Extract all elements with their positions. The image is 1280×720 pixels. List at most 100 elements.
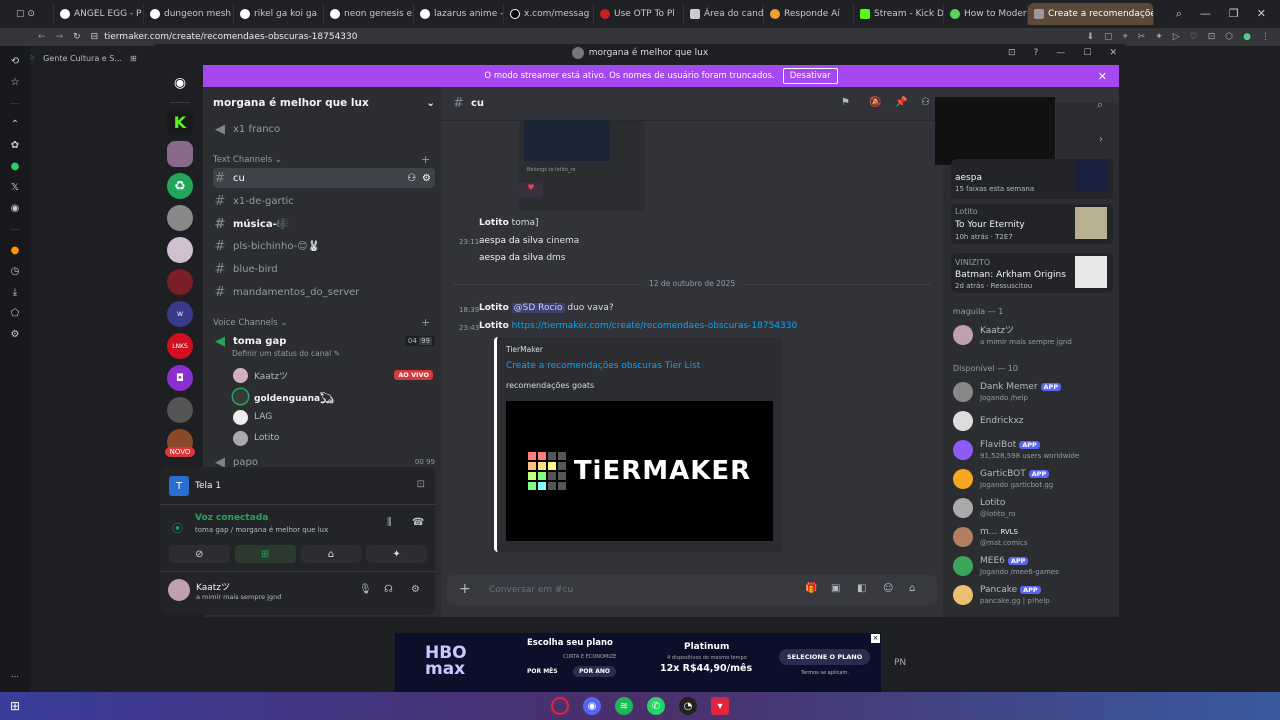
bookmark-icon[interactable]: ⊞ bbox=[130, 54, 137, 63]
x-icon[interactable]: 𝕏 bbox=[11, 182, 19, 193]
member-item[interactable]: Endrickxz bbox=[953, 408, 1113, 434]
voice-channel-papo[interactable]: ◀ papo 00 99 bbox=[213, 457, 435, 467]
spotify-icon[interactable]: ● bbox=[11, 245, 20, 256]
site-info-icon[interactable]: ⊟ bbox=[91, 32, 99, 42]
clock-icon[interactable]: ◷ bbox=[11, 266, 20, 277]
disable-streamer-button[interactable]: Desativar bbox=[782, 68, 838, 84]
browser-tab[interactable]: lazarus anime - bbox=[414, 3, 504, 25]
activity-card[interactable]: VINIZITO Batman: Arkham Origins 2d atrás… bbox=[951, 253, 1113, 293]
ad-option[interactable]: POR ANO bbox=[573, 666, 616, 677]
member-item[interactable]: MEE6 APP Jogando /mee6-games bbox=[953, 553, 1113, 579]
emoji-icon[interactable]: ☺ bbox=[883, 583, 893, 594]
extension-icon[interactable]: ⌖ bbox=[1123, 32, 1128, 42]
message-link[interactable]: https://tiermaker.com/create/recomendaes… bbox=[512, 321, 798, 331]
play-icon[interactable]: ▷ bbox=[1173, 32, 1180, 42]
browser-tab[interactable]: Área do candid bbox=[684, 3, 764, 25]
close-icon[interactable]: ✕ bbox=[1109, 48, 1117, 58]
url-field[interactable]: tiermaker.com/create/recomendaes-obscura… bbox=[104, 32, 357, 42]
soundboard-button[interactable]: ✦ bbox=[366, 545, 427, 563]
activity-button[interactable]: ⌂ bbox=[300, 545, 362, 563]
download-icon[interactable]: ⤓ bbox=[13, 287, 17, 298]
settings-icon[interactable]: ⚙ bbox=[11, 329, 20, 340]
headphones-icon[interactable]: ☊ bbox=[384, 584, 393, 595]
voice-channel-toma-gap[interactable]: ◀ toma gap 04 99 bbox=[213, 331, 435, 351]
windows-start-icon[interactable]: ⊞ bbox=[10, 699, 20, 713]
sidebar-more[interactable]: … bbox=[11, 670, 19, 679]
browser-tab[interactable]: Stream - Kick D bbox=[854, 3, 944, 25]
channel-musica[interactable]: # música-🎼 bbox=[213, 214, 435, 234]
forward-icon[interactable]: → bbox=[56, 32, 64, 42]
ad-banner[interactable]: HBO max Escolha seu plano CURTA E ECONOM… bbox=[395, 633, 881, 692]
voice-location[interactable]: toma gap / morgana é melhor que lux bbox=[195, 526, 328, 534]
server-icon-kick[interactable]: K bbox=[167, 109, 193, 135]
app-icon[interactable]: ▾ bbox=[711, 697, 729, 715]
add-channel-icon[interactable]: + bbox=[421, 153, 430, 166]
chevron-right-icon[interactable]: › bbox=[1099, 134, 1103, 145]
browser-tab[interactable]: dungeon mesh bbox=[144, 3, 234, 25]
server-icon[interactable]: W bbox=[167, 301, 193, 327]
apps-icon[interactable]: ⌂ bbox=[909, 583, 915, 594]
add-channel-icon[interactable]: + bbox=[421, 316, 430, 329]
gif-icon[interactable]: ▣ bbox=[831, 583, 840, 594]
browser-tab[interactable]: ANGEL EGG - P bbox=[54, 3, 144, 25]
server-icon[interactable] bbox=[167, 237, 193, 263]
disconnect-icon[interactable]: ☎ bbox=[412, 517, 424, 528]
server-icon[interactable] bbox=[167, 397, 193, 423]
back-icon[interactable]: ← bbox=[38, 32, 46, 42]
members-icon[interactable]: ⚇ bbox=[921, 97, 930, 108]
whatsapp-icon[interactable]: ● bbox=[11, 161, 20, 172]
discord-icon[interactable]: ◉ bbox=[583, 697, 601, 715]
category-text-channels[interactable]: Text Channels ⌄ bbox=[213, 155, 282, 165]
extension-icon[interactable]: ✦ bbox=[1155, 32, 1163, 42]
embed-title[interactable]: Create a recomendações obscuras Tier Lis… bbox=[506, 361, 700, 371]
browser-tab-active[interactable]: Create a recomendaçõe bbox=[1028, 3, 1154, 25]
channel-blue-bird[interactable]: # blue-bird bbox=[213, 259, 435, 279]
image-attachment[interactable]: Belongs to lotito_ro ♥ bbox=[519, 121, 645, 211]
voice-connected-label[interactable]: Voz conectada bbox=[195, 513, 268, 523]
activity-card[interactable]: Lotito To Your Eternity 10h atrás · T2E7 bbox=[951, 204, 1113, 244]
heart-icon[interactable]: ♡ bbox=[1190, 32, 1198, 42]
channel-mandamentos[interactable]: # mandamentos_do_server bbox=[213, 282, 435, 302]
browser-tab[interactable]: rikel ga koi ga bbox=[234, 3, 324, 25]
voice-user[interactable]: Kaatzツ AO VIVO bbox=[233, 366, 433, 384]
member-item[interactable]: Dank Memer APP Jogando /help bbox=[953, 379, 1113, 405]
tab-group-icon[interactable]: ▢ ⊙ bbox=[10, 3, 54, 25]
reload-icon[interactable]: ↻ bbox=[73, 32, 81, 42]
select-plan-button[interactable]: SELECIONE O PLANO bbox=[779, 649, 871, 665]
member-item[interactable]: m... RVLS @mat.comics bbox=[953, 524, 1113, 550]
embed-image[interactable]: TiERMAKER bbox=[506, 401, 773, 541]
member-item[interactable]: Kaatzツ a mimir mais sempre jgnd bbox=[953, 322, 1113, 348]
search-tabs-icon[interactable]: ⌕ bbox=[1176, 7, 1182, 21]
user-profile[interactable]: Kaatzツ a mimir mais sempre jgnd bbox=[168, 579, 281, 601]
extension-icon[interactable]: ▢ bbox=[1104, 32, 1113, 42]
menu-icon[interactable]: ⋮ bbox=[1261, 32, 1270, 42]
gear-icon[interactable]: ⚙ bbox=[411, 584, 420, 595]
channel-pls-bichinho[interactable]: # pls-bichinho-😊🐰 bbox=[213, 236, 435, 256]
obs-icon[interactable]: ◔ bbox=[679, 697, 697, 715]
voice-user[interactable]: Lotito bbox=[233, 429, 279, 447]
minimize-icon[interactable]: — bbox=[1200, 7, 1211, 21]
voice-user[interactable]: goldenguana𓆏 bbox=[233, 387, 334, 405]
star-icon[interactable]: ☆ bbox=[11, 77, 20, 88]
close-icon[interactable]: ✕ bbox=[1257, 7, 1266, 21]
extension-icon[interactable]: ⬠ bbox=[11, 308, 20, 319]
server-header[interactable]: morgana é melhor que lux ⌄ bbox=[213, 97, 435, 109]
profile-icon[interactable]: ● bbox=[1243, 32, 1251, 42]
server-icon-recycle[interactable]: ♻ bbox=[167, 173, 193, 199]
threads-icon[interactable]: ⚑ bbox=[841, 97, 850, 108]
bookmark-item[interactable]: Gente Cultura e S... bbox=[43, 54, 122, 63]
microphone-icon[interactable]: 🎙 bbox=[359, 584, 372, 595]
gear-icon[interactable]: ⚙ bbox=[422, 173, 431, 184]
stream-preview-thumbnail[interactable] bbox=[934, 96, 1056, 166]
camera-off-button[interactable]: ⊘ bbox=[169, 545, 230, 563]
maximize-icon[interactable]: ☐ bbox=[1083, 48, 1091, 58]
member-item[interactable]: GarticBOT APP Jogando garticbot.gg bbox=[953, 466, 1113, 492]
server-icon[interactable] bbox=[167, 141, 193, 167]
whatsapp-icon[interactable]: ✆ bbox=[647, 697, 665, 715]
channel-x1-de-gartic[interactable]: # x1-de-gartic bbox=[213, 191, 435, 211]
help-icon[interactable]: ? bbox=[1034, 48, 1039, 58]
member-item[interactable]: Pancake APP pancake.gg | p!help bbox=[953, 582, 1113, 608]
server-icon[interactable]: ◘ bbox=[167, 365, 193, 391]
close-banner-icon[interactable]: ✕ bbox=[1098, 70, 1107, 83]
bookmark-icon[interactable]: ⊡ bbox=[1208, 32, 1216, 42]
